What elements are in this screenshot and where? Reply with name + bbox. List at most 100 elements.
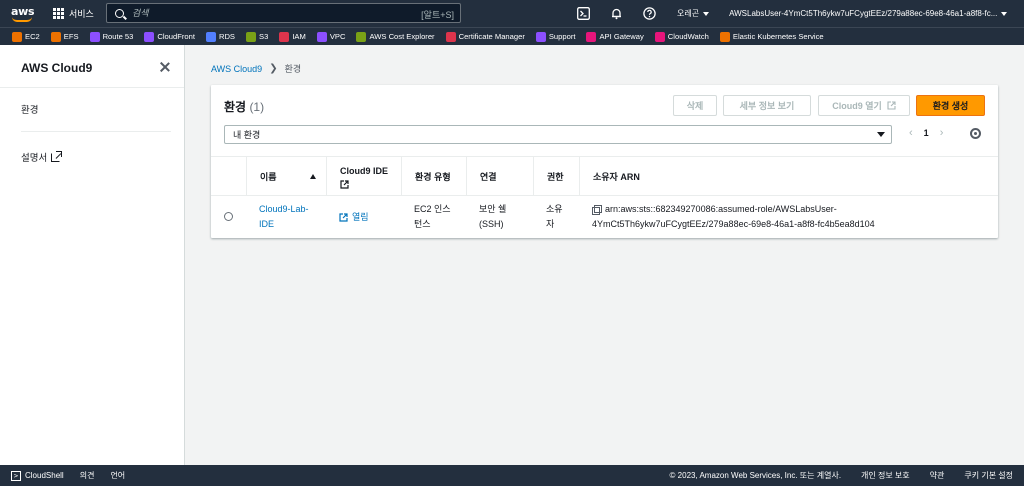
sidenav-title: AWS Cloud9 — [21, 61, 93, 75]
row-select-radio[interactable] — [224, 212, 233, 221]
next-page-icon[interactable]: › — [940, 127, 944, 139]
search-box[interactable]: [알트+S] — [106, 3, 461, 23]
environment-type-line1: EC2 인스 — [414, 204, 451, 214]
favorite-label: Route 53 — [102, 32, 134, 41]
open-ide-link[interactable]: 열림 — [339, 210, 369, 225]
nav-right-group: 오레곤 AWSLabsUser-4YmCt5Th6ykw7uFCygtEEz/2… — [576, 0, 1008, 27]
sidenav-item-environments[interactable]: 환경 — [21, 102, 38, 116]
gear-icon[interactable] — [970, 128, 981, 139]
cloudshell-footer-button[interactable]: > CloudShell — [11, 470, 64, 481]
favorite-item[interactable]: Route 53 — [89, 31, 134, 42]
favorites-bar: EC2 EFS Route 53 CloudFront RDS S3 IAM VPC AWS C… — [0, 27, 1024, 45]
create-environment-button[interactable]: 환경 생성 — [916, 95, 985, 116]
bell-icon[interactable] — [609, 7, 623, 21]
panel-title: 환경 (1) — [224, 98, 264, 115]
cookie-preferences-link[interactable]: 쿠키 기본 설정 — [964, 470, 1013, 481]
region-label: 오레곤 — [677, 9, 700, 18]
aws-smile-icon — [12, 17, 32, 22]
favorite-item[interactable]: Elastic Kubernetes Service — [719, 31, 824, 42]
close-icon[interactable] — [159, 61, 171, 73]
open-cloud9-label: Cloud9 열기 — [832, 101, 882, 111]
external-link-icon — [51, 150, 63, 162]
aws-logo[interactable]: aws — [11, 5, 35, 23]
cell-connection: 보안 쉘 (SSH) — [466, 196, 533, 238]
help-icon[interactable] — [642, 7, 656, 21]
feedback-link[interactable]: 의견 — [80, 470, 95, 481]
open-cloud9-button[interactable]: Cloud9 열기 — [818, 95, 910, 116]
services-menu-button[interactable]: 서비스 — [53, 0, 94, 27]
sidenav-item-label: 설명서 — [21, 153, 48, 164]
favorite-label: Certificate Manager — [458, 32, 525, 41]
table-header: 이름 Cloud9 IDE 환경 유형 연결 권한 소유자 ARN — [211, 156, 998, 196]
search-input[interactable] — [132, 8, 412, 18]
copyright-text: © 2023, Amazon Web Services, Inc. 또는 계열사… — [669, 471, 842, 480]
terms-link[interactable]: 약관 — [930, 470, 945, 481]
favorite-label: RDS — [218, 32, 236, 41]
environment-filter-select[interactable]: 내 환경 — [224, 125, 892, 144]
cell-owner-arn: arn:aws:sts::682349270086:assumed-role/A… — [579, 196, 998, 238]
service-icon — [586, 31, 597, 42]
account-menu[interactable]: AWSLabsUser-4YmCt5Th6ykw7uFCygtEEz/279a8… — [729, 9, 1008, 18]
delete-button[interactable]: 삭제 — [673, 95, 717, 116]
cloudshell-label: CloudShell — [25, 471, 64, 480]
favorite-label: Support — [548, 32, 576, 41]
top-navigation: aws 서비스 [알트+S] 오레곤 AWSLabsUser-4YmCt5Th6… — [0, 0, 1024, 27]
favorite-item[interactable]: API Gateway — [586, 31, 644, 42]
language-link[interactable]: 언어 — [110, 470, 125, 481]
panel-header: 환경 (1) 삭제 세부 정보 보기 Cloud9 열기 환경 생성 내 환경 … — [211, 85, 998, 155]
copy-icon[interactable] — [592, 205, 602, 215]
terminal-icon: > — [11, 470, 21, 481]
environment-name-link[interactable]: Cloud9-Lab- IDE — [259, 202, 309, 232]
column-header-permission[interactable]: 권한 — [533, 157, 579, 196]
owner-arn-line2: 4YmCt5Th6ykw7uFCygtEEz/279a88ec-69e8-46a… — [592, 219, 875, 229]
chevron-down-icon — [703, 11, 710, 16]
environment-name-line2: IDE — [259, 219, 275, 229]
external-link-icon — [887, 101, 896, 110]
external-link-icon — [340, 179, 349, 189]
service-icon — [205, 31, 216, 42]
favorite-item[interactable]: CloudFront — [144, 31, 195, 42]
panel-title-text: 환경 — [224, 100, 247, 114]
previous-page-icon[interactable]: ‹ — [909, 127, 913, 139]
panel-count: (1) — [249, 100, 265, 114]
permission-line2: 자 — [546, 219, 555, 229]
chevron-down-icon — [1001, 11, 1008, 16]
favorite-item[interactable]: VPC — [316, 31, 345, 42]
connection-line1: 보안 쉘 — [479, 204, 507, 214]
column-header-label: Cloud9 IDE — [340, 165, 389, 176]
filter-select-value: 내 환경 — [233, 130, 261, 140]
favorite-item[interactable]: Certificate Manager — [445, 31, 525, 42]
sort-ascending-icon — [310, 174, 316, 179]
service-icon — [144, 31, 155, 42]
sidenav-item-documentation[interactable]: 설명서 — [21, 150, 63, 164]
column-header-environment-type[interactable]: 환경 유형 — [401, 157, 466, 196]
favorite-item[interactable]: EC2 — [12, 31, 40, 42]
view-details-button[interactable]: 세부 정보 보기 — [723, 95, 811, 116]
owner-arn-line1: arn:aws:sts::682349270086:assumed-role/A… — [605, 204, 837, 214]
column-header-connection[interactable]: 연결 — [466, 157, 533, 196]
region-selector[interactable]: 오레곤 — [677, 8, 710, 19]
favorite-label: AWS Cost Explorer — [369, 32, 435, 41]
favorite-item[interactable]: AWS Cost Explorer — [356, 31, 435, 42]
favorite-label: CloudWatch — [667, 32, 709, 41]
favorite-item[interactable]: EFS — [50, 31, 79, 42]
chevron-right-icon: ❯ — [269, 63, 278, 74]
account-label: AWSLabsUser-4YmCt5Th6ykw7uFCygtEEz/279a8… — [729, 9, 998, 18]
column-header-owner-arn[interactable]: 소유자 ARN — [579, 157, 998, 196]
favorite-item[interactable]: Support — [535, 31, 576, 42]
column-header-name[interactable]: 이름 — [246, 157, 326, 196]
current-page-number[interactable]: 1 — [924, 128, 929, 138]
cloudshell-icon[interactable] — [576, 7, 590, 21]
privacy-link[interactable]: 개인 정보 보호 — [861, 470, 910, 481]
column-header-cloud9-ide[interactable]: Cloud9 IDE — [326, 157, 401, 196]
environments-panel: 환경 (1) 삭제 세부 정보 보기 Cloud9 열기 환경 생성 내 환경 … — [211, 85, 998, 238]
favorite-item[interactable]: IAM — [279, 31, 306, 42]
environment-type-line2: 턴스 — [414, 219, 431, 229]
cell-environment-type: EC2 인스 턴스 — [401, 196, 466, 238]
service-icon — [50, 31, 61, 42]
favorite-item[interactable]: S3 — [246, 31, 268, 42]
favorite-item[interactable]: RDS — [205, 31, 236, 42]
breadcrumb-root-link[interactable]: AWS Cloud9 — [211, 64, 262, 74]
open-ide-label: 열림 — [352, 211, 369, 222]
favorite-item[interactable]: CloudWatch — [654, 31, 709, 42]
